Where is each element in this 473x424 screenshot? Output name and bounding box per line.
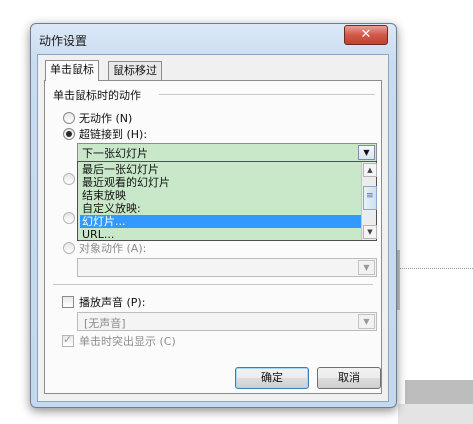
- radio-hyperlink-label[interactable]: 超链接到 (H):: [79, 126, 147, 142]
- dropdown-arrow-icon[interactable]: ▼: [358, 314, 375, 329]
- list-item-selected[interactable]: 幻灯片...: [80, 215, 362, 228]
- sound-select[interactable]: [无声音] ▼: [77, 312, 377, 331]
- radio-run-program[interactable]: [63, 173, 75, 185]
- action-settings-dialog: 动作设置 ✕ 单击鼠标 鼠标移过 单击鼠标时的动作 无动作 (N) 超链接到 (…: [30, 23, 397, 408]
- list-item[interactable]: URL...: [80, 228, 362, 241]
- hyperlink-select-value: 下一张幻灯片: [82, 147, 148, 160]
- list-item[interactable]: 自定义放映:: [80, 202, 362, 215]
- radio-no-action-label[interactable]: 无动作 (N): [79, 110, 132, 126]
- ok-button[interactable]: 确定: [235, 367, 309, 389]
- tab-mouse-click[interactable]: 单击鼠标: [45, 60, 99, 81]
- dialog-client-area: 单击鼠标 鼠标移过 单击鼠标时的动作 无动作 (N) 超链接到 (H): 下一张…: [37, 54, 389, 402]
- radio-no-action[interactable]: [63, 112, 75, 124]
- highlight-click-checkbox[interactable]: [62, 333, 74, 347]
- list-item[interactable]: 结束放映: [80, 189, 362, 202]
- hyperlink-select[interactable]: 下一张幻灯片 ▼: [77, 143, 377, 162]
- highlight-click-label[interactable]: 单击时突出显示 (C): [79, 333, 176, 349]
- title-bar: 动作设置 ✕: [31, 24, 396, 52]
- sound-select-value: [无声音]: [84, 317, 126, 330]
- background-light-block: [398, 404, 473, 424]
- play-sound-label[interactable]: 播放声音 (P):: [79, 294, 145, 310]
- scroll-thumb[interactable]: [363, 186, 377, 210]
- group-label: 单击鼠标时的动作: [53, 87, 145, 103]
- group-divider: [159, 94, 375, 95]
- cancel-button[interactable]: 取消: [317, 367, 381, 389]
- tab-panel: 单击鼠标时的动作 无动作 (N) 超链接到 (H): 下一张幻灯片 ▼ 最后一张…: [44, 80, 382, 394]
- list-item[interactable]: 最后一张幻灯片: [80, 163, 362, 176]
- hyperlink-dropdown-list[interactable]: 最后一张幻灯片 最近观看的幻灯片 结束放映 自定义放映: 幻灯片... URL.…: [77, 161, 377, 241]
- scroll-up-icon[interactable]: ▲: [363, 163, 377, 177]
- section-divider: [53, 284, 373, 285]
- radio-object-action[interactable]: [63, 242, 75, 254]
- object-action-select[interactable]: ▼: [77, 258, 377, 277]
- radio-hyperlink[interactable]: [63, 128, 75, 140]
- dialog-title: 动作设置: [39, 34, 88, 48]
- play-sound-checkbox[interactable]: [62, 296, 74, 308]
- radio-run-macro[interactable]: [63, 212, 75, 224]
- background-gray-block: [405, 380, 473, 404]
- dropdown-arrow-icon[interactable]: ▼: [358, 145, 375, 160]
- dropdown-arrow-icon[interactable]: ▼: [358, 260, 375, 275]
- tab-mouse-over[interactable]: 鼠标移过: [108, 61, 162, 80]
- scroll-down-icon[interactable]: ▼: [363, 225, 377, 239]
- list-item[interactable]: 最近观看的幻灯片: [80, 176, 362, 189]
- background-dotted-line: [398, 268, 473, 269]
- close-button[interactable]: ✕: [344, 25, 388, 45]
- radio-object-action-label[interactable]: 对象动作 (A):: [79, 240, 146, 256]
- dropdown-scrollbar[interactable]: ▲ ▼: [361, 162, 377, 240]
